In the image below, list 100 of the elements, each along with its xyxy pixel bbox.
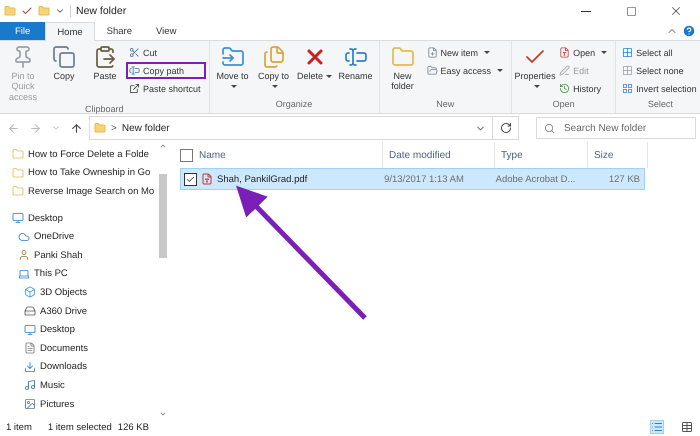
ribbon-button[interactable]: Copy to (254, 43, 294, 99)
nav-item[interactable]: Music (40, 380, 65, 391)
ribbon-button[interactable]: Paste (85, 43, 125, 104)
desktop-icon (12, 212, 24, 224)
invert-selection-icon (622, 83, 634, 94)
scroll-up-icon[interactable] (159, 142, 167, 150)
table-cell-text: 127 KB (608, 174, 641, 184)
ribbon-button[interactable]: Easy access (424, 62, 508, 79)
maximize-icon (626, 6, 636, 16)
table-cell-text: Adobe Acrobat D... (494, 174, 576, 184)
pdf-icon (201, 173, 213, 185)
scroll-down-icon[interactable] (159, 410, 167, 418)
edit-icon (559, 65, 570, 76)
computer-icon (18, 268, 30, 280)
ribbon-button[interactable]: Open (556, 44, 612, 61)
search-field[interactable]: Search New folder (536, 117, 696, 139)
tiles-view-button[interactable] (680, 420, 694, 434)
copy-icon (52, 45, 76, 69)
ribbon-button[interactable]: Copy (44, 43, 84, 104)
ribbon-button[interactable]: Rename (336, 43, 376, 99)
ribbon-button[interactable]: Invert selection (619, 80, 700, 97)
drive-icon (24, 305, 36, 318)
search-icon (544, 123, 555, 134)
details-view-button[interactable] (650, 420, 664, 434)
path-separator[interactable]: > (111, 122, 117, 134)
download-icon (24, 360, 36, 373)
folder-icon (390, 45, 415, 69)
user-icon (18, 249, 30, 262)
ribbon-button[interactable]: Paste shortcut (126, 80, 206, 97)
window-title: New folder (70, 5, 126, 17)
refresh-icon (500, 122, 512, 134)
clipboard-icon (93, 45, 117, 69)
table-cell-text: 9/13/2017 1:13 AM (383, 174, 465, 184)
nav-item[interactable]: Downloads (40, 361, 87, 372)
new-item-icon (426, 47, 438, 58)
item-count: 1 item (6, 422, 32, 432)
nav-item[interactable]: A360 Drive (40, 306, 87, 317)
ribbon-tab[interactable]: View (144, 22, 188, 40)
select-none-icon (622, 65, 634, 76)
rename-icon (344, 45, 368, 69)
desktop-icon (24, 324, 36, 336)
cloud-icon (18, 230, 30, 243)
ribbon-tab[interactable]: Share (94, 22, 144, 40)
nav-item[interactable]: Desktop (28, 212, 63, 224)
nav-item[interactable]: Pictures (40, 398, 74, 410)
nav-item[interactable]: OneDrive (34, 231, 74, 242)
pdf-icon (559, 47, 570, 58)
forward-icon (29, 122, 42, 134)
nav-item[interactable]: Panki Shah (34, 250, 83, 261)
up-arrow-icon (70, 122, 83, 134)
row-checkbox[interactable] (184, 172, 197, 186)
group-label: Organize (274, 99, 314, 111)
nav-item[interactable]: How to Force Delete a Folde (28, 148, 149, 160)
minimize-icon (581, 10, 591, 12)
group-label: Open (552, 99, 576, 111)
folder-icon (94, 122, 106, 134)
ribbon-button[interactable]: New folder (382, 43, 423, 99)
ribbon-button[interactable]: New item (424, 44, 508, 61)
ribbon-tab[interactable]: Home (45, 22, 95, 41)
ribbon-button[interactable]: Delete (294, 43, 335, 99)
easy-access-icon (426, 65, 438, 76)
nav-item[interactable]: Desktop (40, 324, 75, 336)
ribbon-button[interactable]: Select all (619, 44, 700, 61)
selection-count: 1 item selected (48, 422, 112, 432)
folder-icon (12, 185, 24, 198)
ribbon-button[interactable]: Move to (212, 43, 253, 99)
select-all-icon (622, 47, 634, 58)
folder-arrow-icon (220, 45, 245, 69)
grid-icon (681, 421, 693, 433)
nav-item[interactable]: This PC (34, 268, 68, 280)
history-icon (559, 83, 570, 94)
shortcut-icon (129, 83, 140, 94)
group-label: Select (646, 99, 674, 111)
checkmark-icon (186, 174, 195, 184)
cube-icon (24, 286, 36, 298)
pictures-icon (24, 398, 36, 410)
help-icon[interactable] (682, 24, 696, 38)
nav-item[interactable]: 3D Objects (40, 286, 87, 298)
refresh-button[interactable] (493, 116, 519, 140)
address-bar[interactable]: > New folder (89, 116, 493, 140)
ribbon-tab[interactable]: File (0, 22, 46, 40)
document-icon (24, 342, 36, 354)
select-all-checkbox[interactable] (180, 148, 193, 162)
group-label: Clipboard (84, 104, 125, 114)
file-row[interactable]: Shah, PankilGrad.pdf 9/13/2017 1:13 AM Adobe Acrobat D... 127 KB (180, 168, 645, 190)
ribbon-button[interactable]: Select none (619, 62, 700, 79)
ribbon-button[interactable]: Copy path (126, 62, 206, 79)
music-icon (24, 379, 36, 392)
nav-item[interactable]: How to Take Owneship in Go (28, 167, 150, 178)
ribbon-button[interactable]: History (556, 80, 612, 97)
ribbon-button[interactable]: Cut (126, 44, 206, 61)
folder-copy-icon (262, 45, 286, 69)
nav-item[interactable]: Documents (40, 342, 88, 354)
file-name: Shah, PankilGrad.pdf (217, 174, 308, 184)
back-icon (7, 122, 20, 134)
ribbon-button[interactable]: Properties (515, 43, 556, 99)
nav-item[interactable]: Reverse Image Search on Mo (28, 186, 154, 197)
group-label: New (435, 99, 456, 111)
path-segment[interactable]: New folder (122, 122, 170, 134)
scrollbar-thumb[interactable] (159, 174, 167, 258)
